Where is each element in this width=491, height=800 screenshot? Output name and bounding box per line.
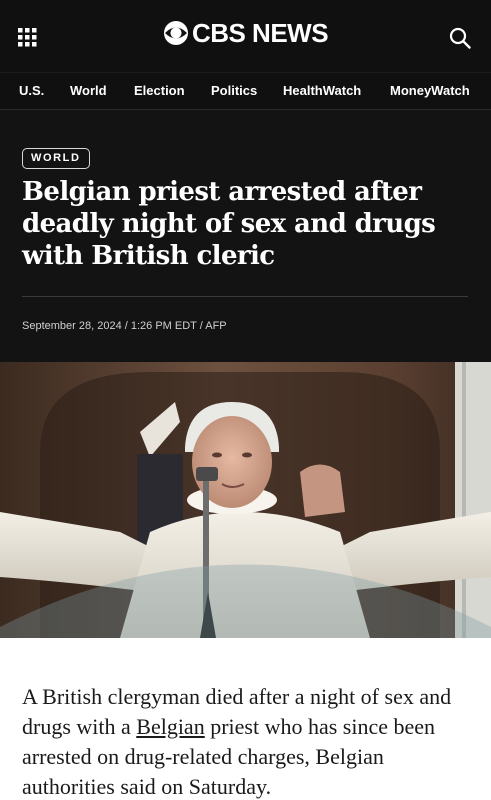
search-icon[interactable] — [449, 27, 471, 49]
grid-menu-icon[interactable] — [18, 28, 40, 48]
logo-text: CBS NEWS — [191, 17, 329, 48]
article-dateline: September 28, 2024 / 1:26 PM EDT / AFP — [22, 320, 227, 332]
nav-item-world[interactable]: World — [70, 83, 107, 98]
nav-item-healthwatch[interactable]: HealthWatch — [283, 83, 361, 98]
site-header: CBS NEWS — [0, 0, 491, 72]
nav-item-politics[interactable]: Politics — [211, 83, 257, 98]
article-header: WORLD Belgian priest arrested after dead… — [0, 110, 491, 362]
belgian-link[interactable]: Belgian — [136, 714, 204, 739]
cbs-eye-icon — [163, 21, 188, 45]
article-paragraph: A British clergyman died after a night o… — [22, 682, 482, 800]
category-tag[interactable]: WORLD — [22, 148, 90, 169]
cbs-news-logo[interactable]: CBS NEWS — [163, 17, 329, 49]
article-body: A British clergyman died after a night o… — [0, 638, 491, 800]
section-nav: U.S. World Election Politics HealthWatch… — [0, 72, 491, 110]
nav-item-moneywatch[interactable]: MoneyWatch — [390, 83, 470, 98]
nav-item-us[interactable]: U.S. — [19, 83, 44, 98]
article-headline: Belgian priest arrested after deadly nig… — [22, 177, 436, 271]
nav-item-election[interactable]: Election — [134, 83, 185, 98]
article-photo — [0, 362, 491, 638]
header-divider — [22, 296, 468, 297]
